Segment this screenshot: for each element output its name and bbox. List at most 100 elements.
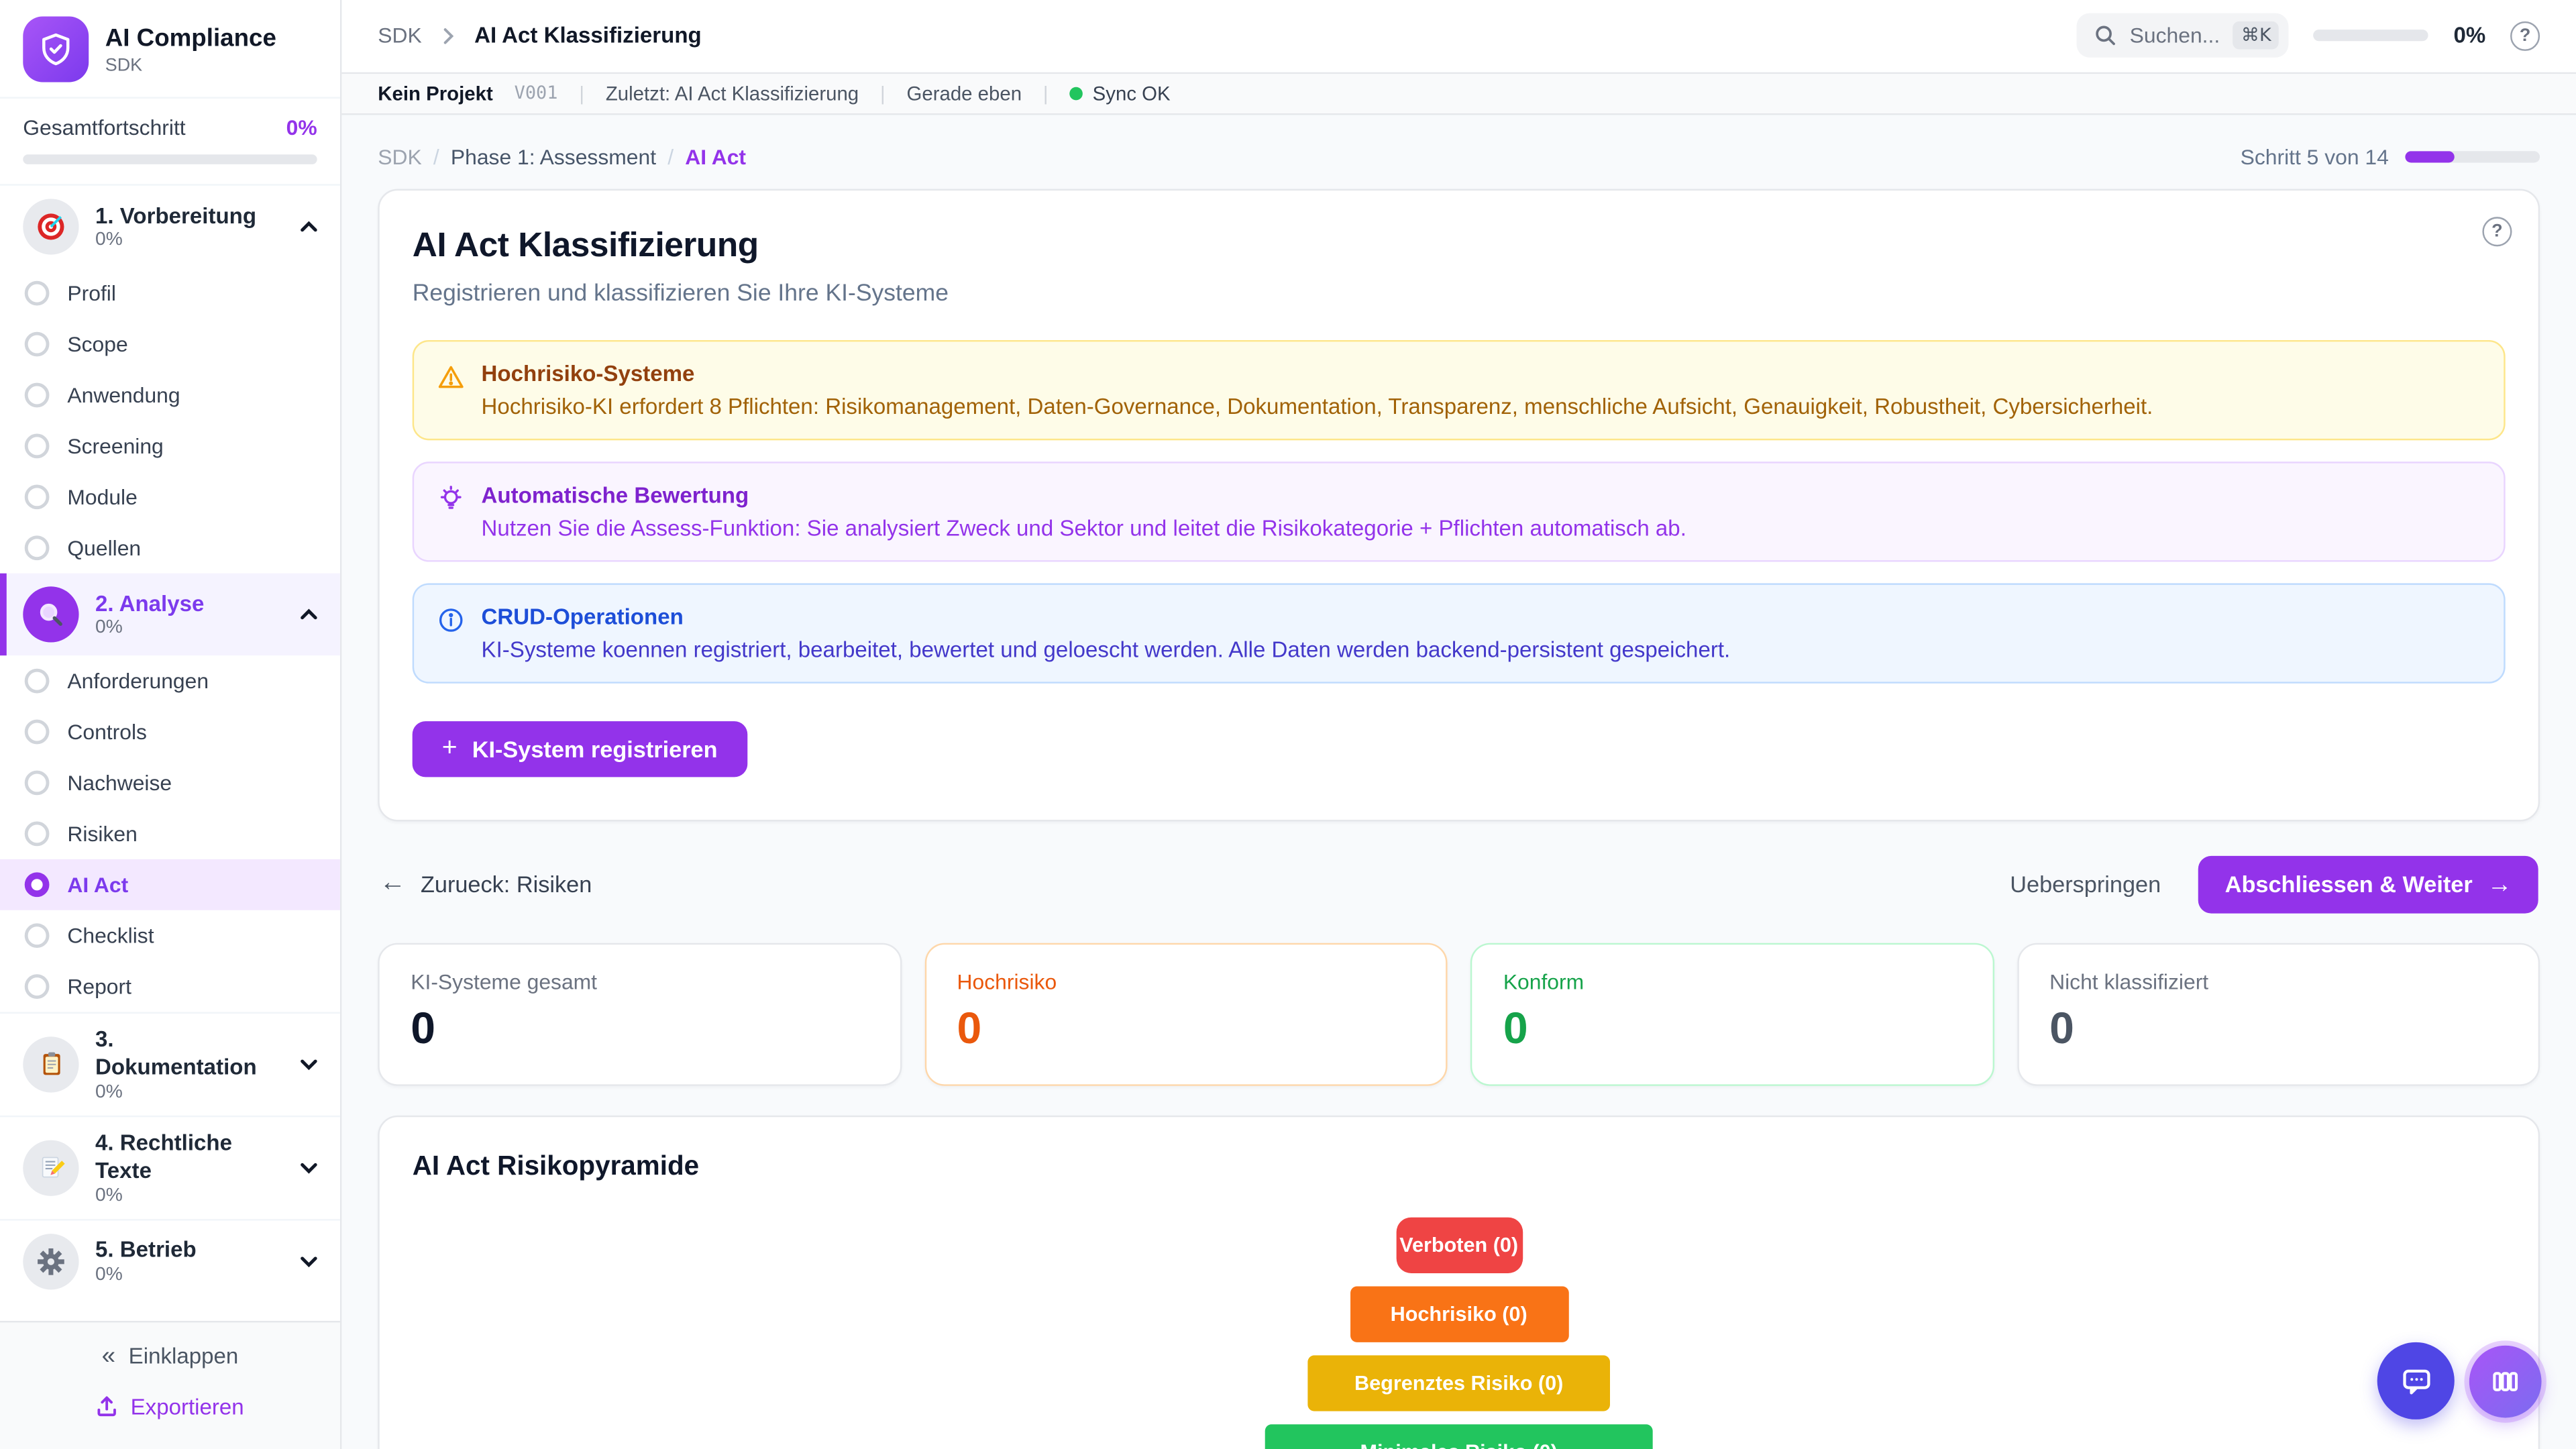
radio-icon	[25, 720, 50, 745]
radio-icon	[25, 669, 50, 694]
stat-card-nicht-klassifiziert: Nicht klassifiziert 0	[2017, 943, 2540, 1085]
stats-row: KI-Systeme gesamt 0 Hochrisiko 0 Konform…	[378, 943, 2540, 1085]
sidebar-item-module[interactable]: Module	[0, 472, 340, 523]
target-icon	[23, 199, 78, 254]
chevron-right-icon	[438, 26, 458, 46]
columns-icon	[2489, 1364, 2522, 1397]
breadcrumb: SDK / Phase 1: Assessment / AI Act	[378, 144, 746, 169]
sidebar-item-ai-act[interactable]: AI Act	[0, 859, 340, 910]
risk-pyramid: Verboten (0) Hochrisiko (0) Begrenztes R…	[413, 1217, 2506, 1449]
main-area: SDK AI Act Klassifizierung Suchen... ⌘K …	[341, 0, 2576, 1449]
sidebar: AI Compliance SDK Gesamtfortschritt 0%	[0, 0, 341, 1449]
search-placeholder: Suchen...	[2130, 23, 2220, 48]
sidebar-item-nachweise[interactable]: Nachweise	[0, 757, 340, 808]
alert-body: KI-Systeme koennen registriert, bearbeit…	[482, 637, 1731, 662]
radio-icon	[25, 535, 50, 560]
chevron-up-icon	[297, 603, 320, 626]
breadcrumb-sdk[interactable]: SDK	[378, 144, 421, 169]
radio-icon	[25, 771, 50, 796]
sidebar-item-quellen[interactable]: Quellen	[0, 523, 340, 574]
overall-progress-bar	[23, 154, 317, 164]
shield-check-icon	[38, 32, 74, 68]
page-title: AI Act Klassifizierung	[413, 227, 2506, 266]
back-button[interactable]: ← Zurueck: Risiken	[380, 870, 592, 900]
chevron-up-icon	[297, 215, 320, 238]
radio-icon	[25, 974, 50, 999]
radio-icon	[25, 484, 50, 509]
sidebar-nav: 1. Vorbereitung 0% Profil Scope Anwendun…	[0, 186, 340, 1320]
sidebar-section-analyse[interactable]: 2. Analyse 0%	[0, 574, 340, 655]
help-icon[interactable]: ?	[2510, 21, 2540, 50]
sidebar-item-checklist[interactable]: Checklist	[0, 910, 340, 961]
finish-and-next-button[interactable]: Abschliessen & Weiter →	[2199, 856, 2538, 914]
status-bar: Kein Projekt V001 | Zuletzt: AI Act Klas…	[341, 74, 2576, 115]
search-input[interactable]: Suchen... ⌘K	[2077, 13, 2289, 58]
upload-icon	[96, 1395, 119, 1417]
arrow-left-icon: ←	[380, 870, 406, 900]
chat-bubble-icon	[2398, 1362, 2434, 1399]
risk-pyramid-card: AI Act Risikopyramide Verboten (0) Hochr…	[378, 1115, 2540, 1449]
section-label: 2. Analyse	[95, 591, 204, 619]
sidebar-section-dokumentation[interactable]: 3. Dokumentation 0%	[0, 1014, 340, 1115]
project-name: Kein Projekt	[378, 82, 493, 105]
plus-icon: +	[442, 736, 458, 762]
radio-icon	[25, 434, 50, 459]
collapse-sidebar-button[interactable]: « Einklappen	[102, 1342, 239, 1370]
floating-buttons	[2377, 1342, 2542, 1419]
section-label: 1. Vorbereitung	[95, 203, 256, 231]
alert-hochrisiko: Hochrisiko-Systeme Hochrisiko-KI erforde…	[413, 340, 2506, 440]
last-sync-time: Gerade eben	[906, 82, 1022, 105]
sidebar-section-vorbereitung[interactable]: 1. Vorbereitung 0%	[0, 186, 340, 268]
stat-card-konform: Konform 0	[1470, 943, 1994, 1085]
alert-title: Hochrisiko-Systeme	[482, 362, 2153, 386]
sidebar-item-report[interactable]: Report	[0, 961, 340, 1012]
sidebar-section-rechtliche-texte[interactable]: 4. Rechtliche Texte 0%	[0, 1117, 340, 1218]
overall-progress-value: 0%	[286, 115, 317, 140]
section-percent: 0%	[95, 1265, 197, 1285]
radio-icon	[25, 821, 50, 846]
sidebar-item-risiken[interactable]: Risiken	[0, 808, 340, 859]
header-progress-value: 0%	[2454, 23, 2486, 48]
header-progress-bar	[2314, 30, 2428, 42]
sidebar-item-profil[interactable]: Profil	[0, 268, 340, 319]
breadcrumb-phase[interactable]: Phase 1: Assessment	[451, 144, 656, 169]
content-breadcrumb-row: SDK / Phase 1: Assessment / AI Act Schri…	[378, 144, 2540, 169]
page-subtitle: Registrieren und klassifizieren Sie Ihre…	[413, 281, 2506, 307]
sync-ok-dot-icon	[1069, 87, 1083, 100]
radio-icon	[25, 383, 50, 408]
skip-button[interactable]: Ueberspringen	[2010, 871, 2161, 898]
panel-fab-button[interactable]	[2469, 1344, 2542, 1417]
collapse-icon: «	[102, 1342, 115, 1370]
sidebar-section-betrieb[interactable]: 5. Betrieb 0%	[0, 1220, 340, 1301]
card-help-icon[interactable]: ?	[2482, 217, 2512, 246]
magnifier-icon	[23, 586, 78, 642]
radio-selected-icon	[25, 872, 50, 897]
step-progress-bar	[2405, 151, 2540, 162]
stat-card-hochrisiko: Hochrisiko 0	[924, 943, 1448, 1085]
ai-act-card: AI Act Klassifizierung ? Registrieren un…	[378, 189, 2540, 821]
step-label: Schritt 5 von 14	[2241, 144, 2389, 169]
sidebar-item-screening[interactable]: Screening	[0, 421, 340, 472]
sidebar-item-controls[interactable]: Controls	[0, 706, 340, 757]
content-area: SDK / Phase 1: Assessment / AI Act Schri…	[341, 115, 2576, 1449]
section-percent: 0%	[95, 619, 204, 638]
memo-icon	[23, 1140, 78, 1195]
version-badge: V001	[515, 83, 558, 104]
pyramid-level-hochrisiko: Hochrisiko (0)	[1350, 1286, 1568, 1342]
search-icon	[2095, 25, 2116, 47]
arrow-right-icon: →	[2487, 871, 2512, 899]
export-button[interactable]: Exportieren	[96, 1394, 244, 1419]
clipboard-icon	[23, 1036, 78, 1092]
overall-progress: Gesamtfortschritt 0%	[0, 99, 340, 186]
app-logo	[23, 16, 89, 82]
section-label: 5. Betrieb	[95, 1237, 197, 1265]
sidebar-item-anwendung[interactable]: Anwendung	[0, 370, 340, 421]
chat-fab-button[interactable]	[2377, 1342, 2455, 1419]
sidebar-item-anforderungen[interactable]: Anforderungen	[0, 655, 340, 706]
sidebar-item-scope[interactable]: Scope	[0, 319, 340, 370]
wizard-nav-row: ← Zurueck: Risiken Ueberspringen Abschli…	[380, 856, 2538, 914]
section-percent: 0%	[95, 1082, 281, 1102]
section-label: 3. Dokumentation	[95, 1027, 281, 1083]
register-ki-system-button[interactable]: + KI-System registrieren	[413, 721, 747, 777]
breadcrumb-root[interactable]: SDK	[378, 23, 421, 48]
